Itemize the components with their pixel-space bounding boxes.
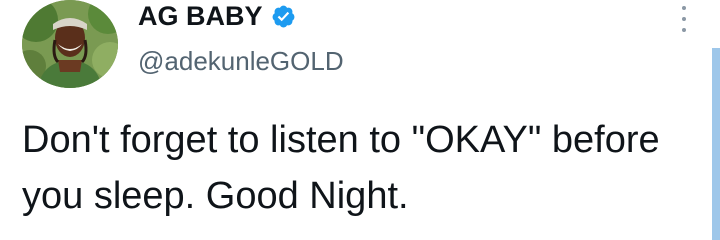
author-display-name[interactable]: AG BABY [138, 1, 296, 32]
more-vertical-icon [682, 28, 686, 32]
more-vertical-icon [682, 6, 686, 10]
avatar[interactable] [22, 0, 118, 88]
more-vertical-icon [682, 17, 686, 21]
profile-photo-icon [22, 0, 118, 88]
display-name-text: AG BABY [138, 1, 263, 31]
more-options-button[interactable] [676, 6, 692, 32]
tweet-text: Don't forget to listen to "OKAY" before … [22, 119, 660, 217]
author-handle[interactable]: @adekunleGOLD [138, 46, 344, 77]
verified-badge-icon [272, 5, 294, 28]
tweet-card: AG BABY @adekunleGOLD Don't forget to li… [0, 0, 720, 240]
scrollbar[interactable] [712, 48, 720, 240]
